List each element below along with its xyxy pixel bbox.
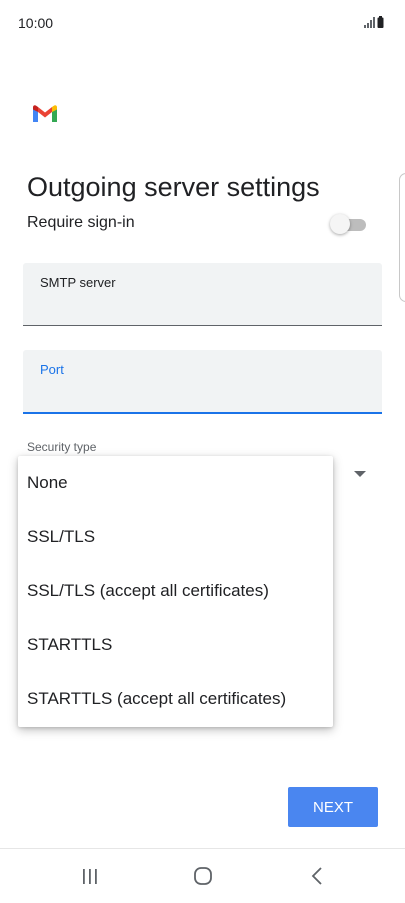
security-type-dropdown: None SSL/TLS SSL/TLS (accept all certifi…: [18, 456, 333, 727]
back-icon[interactable]: [302, 863, 332, 889]
edge-panel-handle[interactable]: [399, 173, 405, 302]
signal-icon: [364, 16, 384, 28]
gmail-logo: [32, 104, 58, 124]
smtp-server-label: SMTP server: [40, 275, 116, 290]
security-option-label: SSL/TLS: [27, 527, 96, 546]
port-label: Port: [40, 362, 64, 377]
security-option-starttls-accept-all[interactable]: STARTTLS (accept all certificates): [18, 672, 333, 726]
page-title: Outgoing server settings: [27, 172, 320, 203]
security-option-label: STARTTLS (accept all certificates): [27, 689, 287, 708]
next-button[interactable]: NEXT: [288, 787, 378, 827]
security-option-ssl-tls[interactable]: SSL/TLS: [18, 510, 333, 564]
security-option-label: None: [27, 473, 68, 492]
status-icons: [361, 15, 387, 29]
status-time: 10:00: [18, 15, 54, 31]
security-option-none[interactable]: None: [18, 456, 333, 510]
toggle-knob: [330, 214, 350, 234]
recent-apps-icon[interactable]: [75, 863, 105, 889]
status-bar: 10:00: [0, 0, 405, 44]
require-signin-label: Require sign-in: [27, 214, 135, 231]
smtp-server-field[interactable]: SMTP server: [23, 263, 382, 326]
security-option-starttls[interactable]: STARTTLS: [18, 618, 333, 672]
security-option-label: STARTTLS: [27, 635, 113, 654]
security-option-label: SSL/TLS (accept all certificates): [27, 581, 269, 600]
home-icon[interactable]: [188, 863, 218, 889]
chevron-down-icon[interactable]: [354, 471, 366, 477]
battery-icon: [377, 16, 384, 28]
require-signin-toggle[interactable]: [330, 213, 366, 235]
port-field[interactable]: Port: [23, 350, 382, 414]
navigation-bar: [0, 848, 405, 903]
security-type-label: Security type: [27, 440, 97, 454]
require-signin-row: Require sign-in: [27, 205, 367, 241]
security-option-ssl-tls-accept-all[interactable]: SSL/TLS (accept all certificates): [18, 564, 333, 618]
